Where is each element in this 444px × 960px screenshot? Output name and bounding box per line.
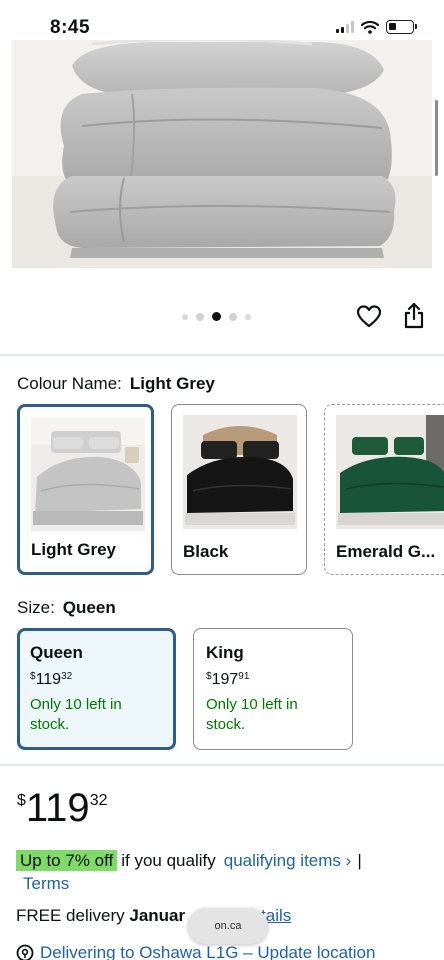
price-whole: 119 bbox=[35, 671, 62, 688]
scroll-indicator[interactable] bbox=[435, 100, 438, 176]
cellular-signal-icon bbox=[336, 21, 354, 33]
carousel-dots[interactable] bbox=[182, 312, 251, 321]
location-pin-icon bbox=[16, 944, 34, 960]
price-fraction: 32 bbox=[61, 671, 73, 682]
status-icons bbox=[336, 20, 417, 34]
colour-option-black[interactable]: Black bbox=[171, 404, 307, 575]
colour-label-text: Colour Name: bbox=[17, 374, 122, 393]
stock-status: Only 10 left in stock. bbox=[30, 696, 122, 733]
divider bbox=[0, 354, 444, 356]
colour-option-name: Emerald G... bbox=[336, 542, 436, 561]
promotion-qualifier: if you qualify bbox=[121, 851, 216, 870]
size-label-text: Size: bbox=[17, 598, 55, 617]
size-option-queen[interactable]: Queen $119 32 Only 10 left in stock. bbox=[17, 628, 176, 750]
delivery-prefix: FREE delivery bbox=[16, 906, 125, 925]
colour-option-emerald-green[interactable]: Emerald G... bbox=[324, 404, 444, 575]
battery-icon bbox=[386, 20, 417, 34]
swatch-image-emerald-green bbox=[336, 415, 444, 529]
delivery-location[interactable]: Delivering to Oshawa L1G – Update locati… bbox=[16, 943, 375, 960]
carousel-dot[interactable] bbox=[245, 313, 251, 320]
colour-option-light-grey[interactable]: Light Grey bbox=[17, 404, 154, 575]
status-time: 8:45 bbox=[50, 17, 91, 38]
comforter-illustration bbox=[12, 36, 432, 268]
stock-status: Only 10 left in stock. bbox=[206, 696, 298, 733]
terms-link[interactable]: Terms bbox=[23, 874, 69, 894]
size-option-name: Queen bbox=[30, 643, 83, 662]
price-whole: 119 bbox=[25, 786, 90, 830]
size-option-name: King bbox=[206, 643, 244, 662]
price-fraction: 91 bbox=[238, 671, 250, 682]
url-pill[interactable]: on.ca bbox=[188, 908, 268, 944]
carousel-dot-active[interactable] bbox=[212, 312, 221, 321]
location-link[interactable]: Delivering to Oshawa L1G – Update locati… bbox=[40, 943, 375, 960]
discount-badge: Up to 7% off bbox=[16, 850, 118, 871]
carousel-dot[interactable] bbox=[182, 313, 188, 320]
heart-icon[interactable] bbox=[356, 304, 382, 330]
size-option-price: $197 91 bbox=[206, 671, 340, 689]
carousel-dot[interactable] bbox=[196, 312, 204, 321]
size-selected-value: Queen bbox=[62, 598, 116, 617]
swatch-image-black bbox=[183, 415, 297, 529]
price-whole: 197 bbox=[211, 671, 239, 688]
carousel-dot[interactable] bbox=[229, 312, 237, 321]
size-option-price: $119 32 bbox=[30, 671, 163, 689]
colour-option-name: Light Grey bbox=[31, 540, 117, 559]
status-bar: 8:45 bbox=[0, 0, 444, 40]
price-fraction: 32 bbox=[89, 792, 108, 809]
qualifying-items-link[interactable]: qualifying items › bbox=[224, 851, 352, 870]
size-label: Size: Queen bbox=[17, 598, 116, 618]
colour-selected-value: Light Grey bbox=[129, 374, 215, 393]
price-currency: $ bbox=[17, 792, 26, 809]
size-option-king[interactable]: King $197 91 Only 10 left in stock. bbox=[193, 628, 353, 750]
promotion-line: Up to 7% off if you qualify qualifying ite… bbox=[16, 850, 436, 872]
delivery-date: Januar bbox=[129, 906, 186, 925]
colour-option-name: Black bbox=[183, 542, 229, 561]
share-icon[interactable] bbox=[402, 302, 426, 330]
colour-label: Colour Name: Light Grey bbox=[17, 374, 215, 394]
divider bbox=[0, 764, 444, 766]
swatch-image-light-grey bbox=[31, 417, 145, 531]
product-price: $119 32 bbox=[17, 786, 107, 830]
wifi-icon bbox=[361, 20, 379, 34]
separator: | bbox=[357, 851, 362, 870]
product-image[interactable] bbox=[12, 36, 432, 268]
